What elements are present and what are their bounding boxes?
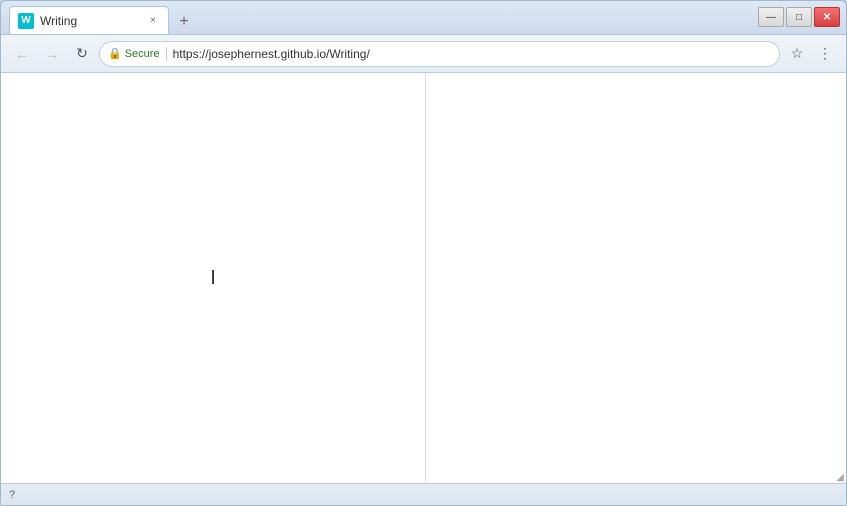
- menu-icon: ⋮: [818, 45, 832, 62]
- resize-handle[interactable]: ◢: [834, 471, 846, 483]
- new-tab-button[interactable]: +: [171, 10, 197, 34]
- refresh-icon: ↻: [76, 45, 88, 62]
- tab-favicon: W: [18, 13, 34, 29]
- forward-button[interactable]: →: [39, 41, 65, 67]
- text-cursor: I: [210, 267, 216, 290]
- back-icon: ←: [15, 46, 29, 62]
- toolbar-actions: ☆ ⋮: [784, 41, 838, 67]
- page-content: I ◢: [1, 73, 846, 483]
- tab-close-button[interactable]: ×: [146, 14, 160, 28]
- left-panel[interactable]: I: [1, 73, 426, 483]
- minimize-button[interactable]: —: [758, 7, 784, 27]
- menu-button[interactable]: ⋮: [812, 41, 838, 67]
- back-button[interactable]: ←: [9, 41, 35, 67]
- forward-icon: →: [45, 46, 59, 62]
- secure-label: Secure: [125, 48, 160, 60]
- refresh-button[interactable]: ↻: [69, 41, 95, 67]
- close-button[interactable]: ✕: [814, 7, 840, 27]
- address-divider: [166, 47, 167, 61]
- bookmark-icon: ☆: [791, 45, 804, 62]
- lock-icon: 🔒: [108, 47, 122, 60]
- title-bar: W Writing × + — □ ✕: [1, 1, 846, 35]
- secure-badge: 🔒 Secure: [108, 47, 160, 60]
- status-text: ?: [9, 489, 15, 501]
- status-bar: ?: [1, 483, 846, 505]
- browser-window: W Writing × + — □ ✕ ←: [0, 0, 847, 506]
- toolbar: ← → ↻ 🔒 Secure ☆ ⋮: [1, 35, 846, 73]
- address-bar[interactable]: 🔒 Secure: [99, 41, 780, 67]
- bookmark-button[interactable]: ☆: [784, 41, 810, 67]
- tab-title: Writing: [40, 14, 140, 28]
- url-input[interactable]: [173, 47, 771, 61]
- window-controls: — □ ✕: [758, 7, 840, 27]
- right-panel: ◢: [426, 73, 846, 483]
- active-tab[interactable]: W Writing ×: [9, 6, 169, 34]
- maximize-button[interactable]: □: [786, 7, 812, 27]
- tab-area: W Writing × +: [5, 1, 197, 34]
